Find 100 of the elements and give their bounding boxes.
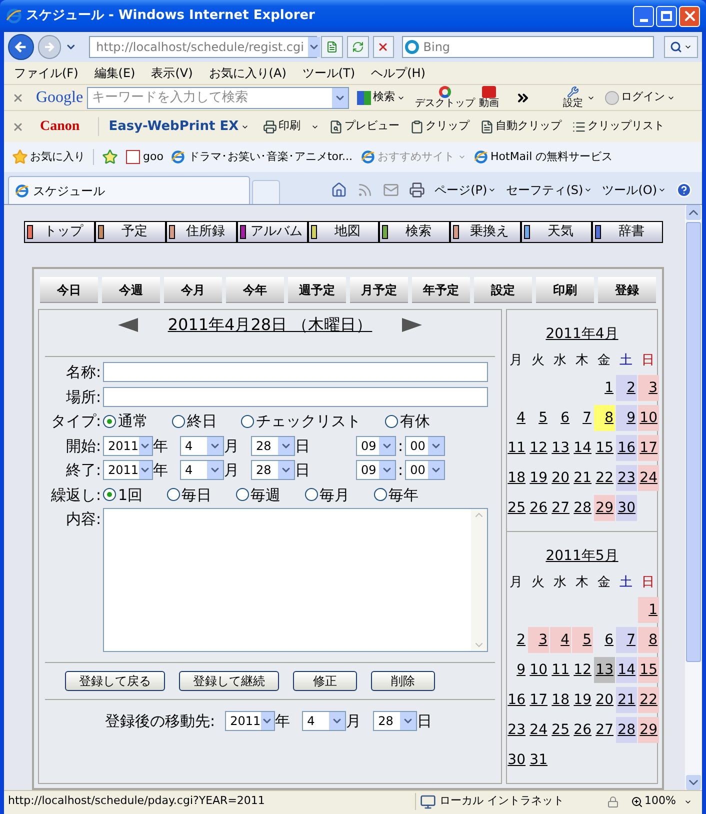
page-scrollbar[interactable] — [685, 205, 702, 790]
radio-option[interactable]: 1回 — [103, 484, 143, 506]
day-link[interactable]: 11 — [550, 657, 570, 683]
login-button[interactable]: ログイン — [605, 89, 676, 106]
toolbar-button[interactable]: 印刷 — [262, 118, 319, 135]
radio-option[interactable]: 終日 — [172, 410, 217, 432]
day-link[interactable]: 8 — [594, 405, 614, 431]
day-link[interactable]: 29 — [638, 717, 658, 743]
nav-tab[interactable]: 予定 — [95, 221, 166, 243]
day-link[interactable]: 26 — [572, 717, 592, 743]
day-link[interactable]: 11 — [506, 435, 526, 461]
toolbar-button[interactable]: クリップリスト — [572, 118, 665, 135]
dropdown[interactable]: 09 — [356, 460, 396, 480]
day-link[interactable]: 2 — [616, 375, 636, 401]
print-icon[interactable] — [408, 182, 425, 198]
dropdown[interactable]: 09 — [356, 436, 396, 456]
toolbar-button[interactable]: クリップ — [410, 118, 470, 135]
product-menu[interactable]: Easy-WebPrint EX — [98, 116, 249, 136]
toolbar-button[interactable]: 登録 — [598, 277, 656, 303]
day-link[interactable]: 25 — [550, 717, 570, 743]
radio-option[interactable]: 有休 — [385, 410, 430, 432]
day-link[interactable]: 2 — [506, 627, 526, 653]
nav-tab[interactable]: 地図 — [308, 221, 379, 243]
day-link[interactable]: 7 — [616, 627, 636, 653]
toolbar-button[interactable]: 週予定 — [288, 277, 346, 303]
day-link[interactable]: 8 — [638, 627, 658, 653]
day-link[interactable]: 14 — [572, 435, 592, 461]
back-button[interactable] — [8, 34, 34, 60]
toolbar-button[interactable]: 月予定 — [350, 277, 408, 303]
video-button[interactable]: 動画 — [479, 86, 500, 109]
search-field[interactable]: Bing — [402, 36, 654, 58]
menu-item[interactable]: ファイル(F) — [14, 64, 78, 82]
day-link[interactable]: 6 — [594, 627, 614, 653]
toolbar-button[interactable]: 今週 — [102, 277, 160, 303]
search-button[interactable]: 検索 — [357, 89, 406, 106]
form-button[interactable]: 登録して継続 — [179, 671, 279, 691]
day-link[interactable]: 17 — [638, 435, 658, 461]
day-link[interactable]: 30 — [616, 495, 636, 521]
stop-button[interactable] — [372, 36, 394, 58]
day-link[interactable]: 22 — [638, 687, 658, 713]
day-link[interactable]: 12 — [572, 657, 592, 683]
dropdown[interactable]: 4 — [302, 711, 346, 732]
day-link[interactable]: 20 — [594, 687, 614, 713]
day-link[interactable]: 9 — [506, 657, 526, 683]
text-field[interactable] — [103, 362, 488, 382]
address-field[interactable]: http://localhost/schedule/regist.cgi — [89, 36, 318, 58]
day-link[interactable]: 27 — [550, 495, 570, 521]
favorites-button[interactable]: お気に入り — [12, 148, 94, 166]
day-link[interactable]: 7 — [572, 405, 592, 431]
nav-tab[interactable]: 天気 — [521, 221, 592, 243]
form-button[interactable]: 削除 — [371, 671, 435, 691]
day-link[interactable]: 23 — [506, 717, 526, 743]
radio-option[interactable]: チェックリスト — [241, 410, 361, 432]
close-button[interactable] — [679, 6, 700, 26]
day-link[interactable]: 22 — [594, 465, 614, 491]
close-icon[interactable] — [12, 92, 24, 104]
day-link[interactable]: 20 — [550, 465, 570, 491]
search-button[interactable] — [664, 36, 698, 58]
day-link[interactable]: 5 — [572, 627, 592, 653]
day-link[interactable]: 19 — [528, 465, 548, 491]
form-button[interactable]: 登録して戻る — [65, 671, 165, 691]
menu-item[interactable]: お気に入り(A) — [208, 64, 286, 82]
day-link[interactable]: 15 — [638, 657, 658, 683]
dropdown[interactable]: 2011 — [103, 460, 153, 480]
day-link[interactable]: 10 — [528, 657, 548, 683]
menu-item[interactable]: 編集(E) — [94, 64, 136, 82]
toolbar-button[interactable]: 印刷 — [536, 277, 594, 303]
day-link[interactable]: 28 — [616, 717, 636, 743]
day-link[interactable]: 13 — [550, 435, 570, 461]
next-arrow-icon[interactable] — [402, 318, 422, 332]
command-menu[interactable]: セーフティ(S) — [506, 181, 592, 199]
dropdown[interactable]: 2011 — [103, 436, 153, 456]
day-link[interactable]: 18 — [506, 465, 526, 491]
toolbar-button[interactable]: 年予定 — [412, 277, 470, 303]
nav-tab[interactable]: 乗換え — [450, 221, 521, 243]
day-link[interactable]: 21 — [572, 465, 592, 491]
day-link[interactable]: 30 — [506, 747, 526, 773]
form-button[interactable]: 修正 — [293, 671, 357, 691]
dropdown[interactable]: 00 — [405, 460, 446, 480]
day-link[interactable]: 1 — [638, 597, 658, 623]
scroll-up-icon[interactable] — [686, 205, 701, 220]
day-link[interactable]: 25 — [506, 495, 526, 521]
dropdown[interactable]: 28 — [251, 436, 295, 456]
day-link[interactable]: 31 — [528, 747, 548, 773]
radio-option[interactable]: 毎月 — [304, 484, 350, 506]
toolbar-button[interactable]: 今年 — [226, 277, 284, 303]
add-favorite-icon[interactable] — [102, 149, 118, 165]
toolbar-button[interactable]: プレビュー — [328, 118, 400, 135]
nav-tab[interactable]: アルバム — [237, 221, 308, 243]
home-icon[interactable] — [330, 182, 347, 198]
minimize-button[interactable] — [633, 6, 654, 26]
radio-option[interactable]: 通常 — [103, 410, 148, 432]
previous-arrow-icon[interactable] — [118, 318, 138, 332]
radio-option[interactable]: 毎日 — [166, 484, 212, 506]
month-title-link[interactable]: 2011年5月 — [546, 546, 618, 567]
day-link[interactable]: 16 — [616, 435, 636, 461]
day-link[interactable]: 12 — [528, 435, 548, 461]
day-link[interactable]: 3 — [638, 375, 658, 401]
favorite-link[interactable]: HotMail の無料サービス — [474, 148, 613, 166]
menu-item[interactable]: ヘルプ(H) — [371, 64, 426, 82]
